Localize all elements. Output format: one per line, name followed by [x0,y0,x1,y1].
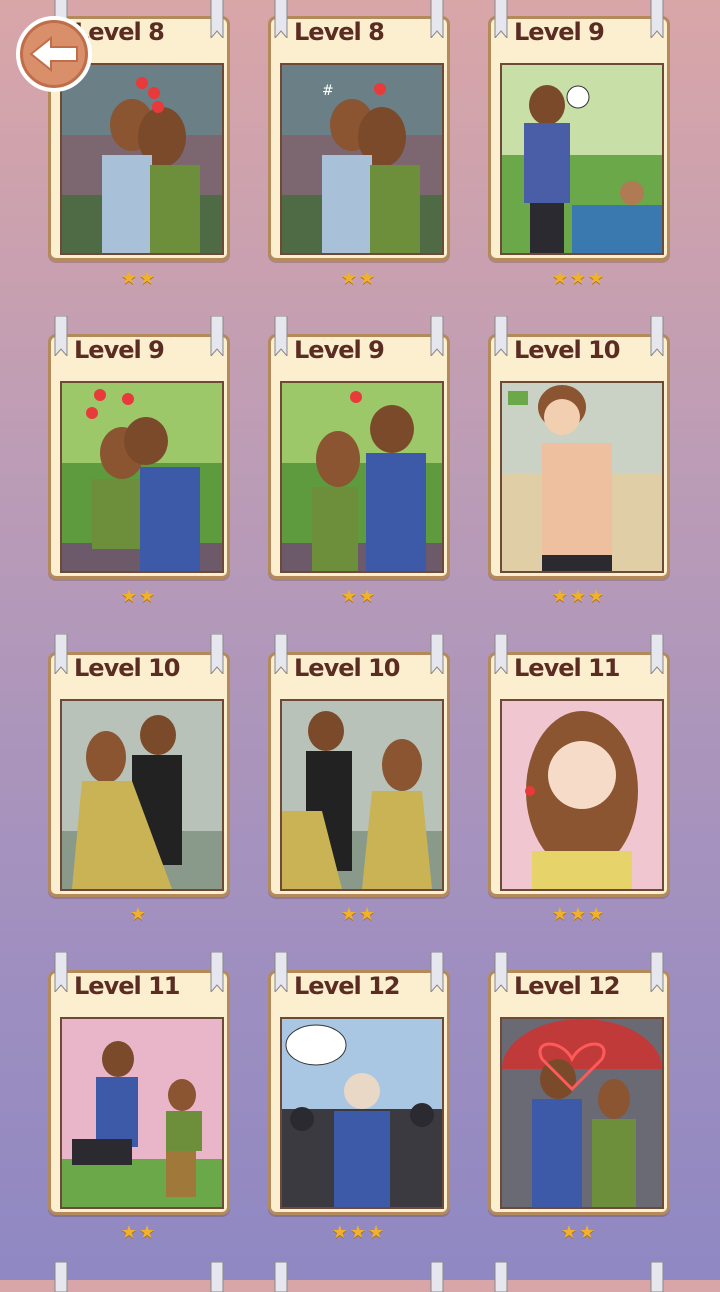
level-card[interactable]: # Level 8 ★★ [268,0,450,288]
level-card[interactable]: Level 10 ★★ [268,634,450,924]
star-rating: ★ [129,904,149,924]
level-card[interactable]: Level 10 ★ [48,634,230,924]
star-rating: ★★★ [551,586,607,606]
card-frame [48,334,230,579]
scene-image: # [280,63,444,255]
scene-image [500,63,664,255]
star-rating: ★★ [120,1222,158,1242]
next-row-ribbons [494,1262,664,1292]
level-card[interactable]: Level 9 ★★★ [488,0,670,288]
star-rating: ★★ [560,1222,598,1242]
star-rating: ★★ [120,268,158,288]
star-rating: ★★ [340,268,378,288]
card-frame [488,334,670,579]
scene-image [60,381,224,573]
level-card[interactable]: Level 11 ★★★ [488,634,670,924]
scene-image [500,381,664,573]
star-rating: ★★ [340,586,378,606]
star-rating: ★★★ [551,904,607,924]
level-title: Level 10 [514,336,620,364]
scene-image [60,699,224,891]
scene-image [60,1017,224,1209]
level-title: Level 10 [294,654,400,682]
star-rating: ★★ [340,904,378,924]
level-title: Level 8 [294,18,385,46]
card-frame [48,970,230,1215]
level-title: Level 11 [514,654,620,682]
card-frame [268,970,450,1215]
level-card[interactable]: Level 10 ★★★ [488,316,670,606]
card-frame [488,652,670,897]
level-title: Level 9 [74,336,165,364]
star-rating: ★★★ [551,268,607,288]
level-card[interactable]: Level 9 ★★ [48,316,230,606]
card-frame [268,334,450,579]
scene-image [500,699,664,891]
level-card[interactable]: Level 12 ★★★ [268,952,450,1242]
next-row-ribbons [54,1262,224,1292]
level-grid: Level 8 ★★ # Level 8 ★★ Level 9 ★★★ Leve… [0,0,720,1292]
scene-image [60,63,224,255]
back-button[interactable] [16,16,92,92]
level-title: Level 12 [294,972,400,1000]
card-frame [488,16,670,261]
scene-image [280,381,444,573]
back-arrow-icon [29,35,78,73]
scene-image [280,699,444,891]
star-rating: ★★★ [331,1222,387,1242]
level-title: Level 9 [294,336,385,364]
star-rating: ★★ [120,586,158,606]
level-title: Level 9 [514,18,605,46]
level-card[interactable]: Level 11 ★★ [48,952,230,1242]
card-frame [48,652,230,897]
scene-image [280,1017,444,1209]
card-frame [488,970,670,1215]
level-title: Level 12 [514,972,620,1000]
card-frame [268,652,450,897]
level-card[interactable]: Level 9 ★★ [268,316,450,606]
scene-image [500,1017,664,1209]
next-row-ribbons [274,1262,444,1292]
card-frame: # [268,16,450,261]
svg-text:#: # [322,83,334,99]
level-card[interactable]: Level 12 ★★ [488,952,670,1242]
level-title: Level 11 [74,972,180,1000]
level-title: Level 10 [74,654,180,682]
